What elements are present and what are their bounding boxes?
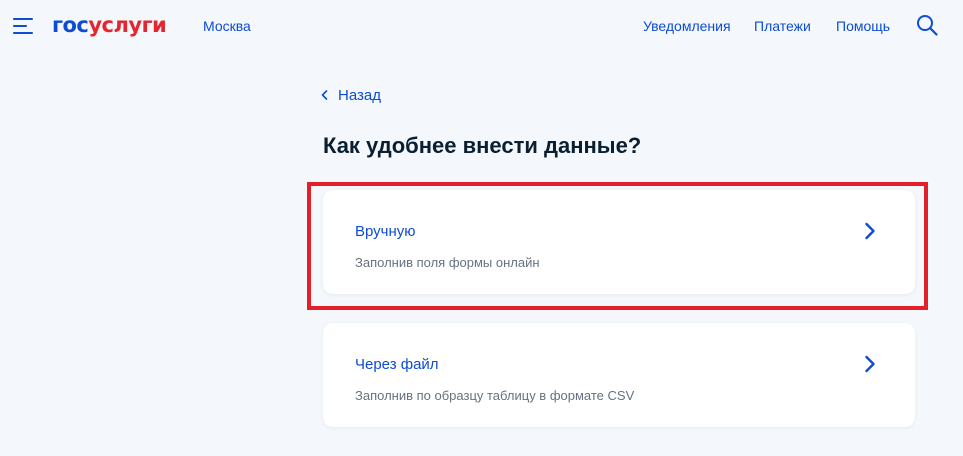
- option-file[interactable]: Через файл Заполнив по образцу таблицу в…: [323, 323, 915, 427]
- search-icon[interactable]: [915, 13, 939, 37]
- back-link[interactable]: Назад: [320, 86, 381, 104]
- nav-help[interactable]: Помощь: [836, 18, 890, 34]
- logo-part-gos: гос: [52, 13, 89, 37]
- chevron-left-icon: [321, 90, 328, 100]
- option-description: Заполнив по образцу таблицу в формате CS…: [355, 388, 635, 403]
- header: госуслуги Москва Уведомления Платежи Пом…: [0, 0, 963, 52]
- option-title: Вручную: [355, 223, 416, 240]
- option-title: Через файл: [355, 356, 439, 373]
- nav-payments[interactable]: Платежи: [754, 18, 811, 34]
- city-selector[interactable]: Москва: [203, 18, 251, 34]
- hamburger-menu-icon[interactable]: [13, 16, 35, 36]
- option-manual[interactable]: Вручную Заполнив поля формы онлайн: [323, 190, 915, 294]
- back-label: Назад: [338, 86, 381, 104]
- nav-notifications[interactable]: Уведомления: [643, 18, 731, 34]
- option-description: Заполнив поля формы онлайн: [355, 255, 540, 270]
- chevron-right-icon: [865, 355, 875, 373]
- gosuslugi-logo[interactable]: госуслуги: [52, 12, 167, 38]
- logo-part-uslugi: услуги: [88, 13, 167, 37]
- chevron-right-icon: [865, 222, 875, 240]
- page-title: Как удобнее внести данные?: [323, 133, 642, 158]
